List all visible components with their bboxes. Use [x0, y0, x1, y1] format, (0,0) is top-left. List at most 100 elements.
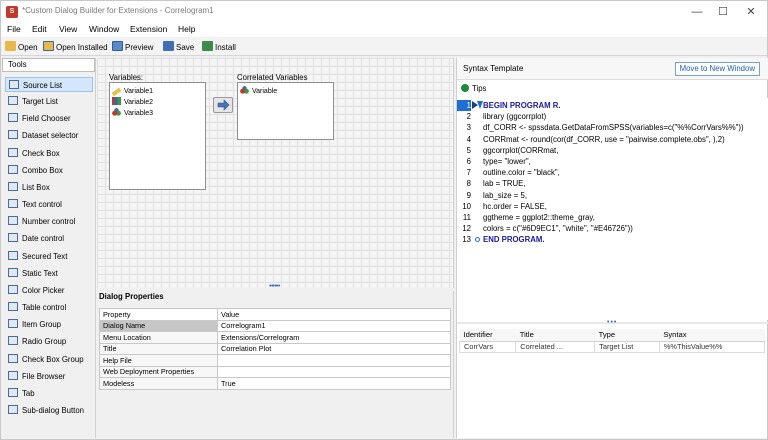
- tool-check-box[interactable]: Check Box: [5, 146, 93, 161]
- table-row[interactable]: Modeless True: [99, 377, 451, 390]
- splitter-handle[interactable]: •••: [271, 283, 281, 290]
- tool-text-control[interactable]: Text control: [5, 197, 93, 212]
- title-cell[interactable]: Correlated ...: [515, 340, 596, 353]
- tool-number-control[interactable]: Number control: [5, 214, 93, 229]
- tool-radio-group[interactable]: Radio Group: [5, 334, 93, 349]
- text-control-icon: [8, 199, 18, 208]
- column-header-syntax[interactable]: Syntax: [659, 329, 765, 342]
- menu-bar: File Edit View Window Extension Help: [1, 23, 767, 37]
- tool-file-browser[interactable]: File Browser: [5, 369, 93, 384]
- table-row[interactable]: CorrVars Correlated ... Target List %%Th…: [458, 340, 766, 353]
- tool-secured-text[interactable]: Secured Text: [5, 249, 93, 264]
- move-to-new-window-button[interactable]: Move to New Window: [674, 62, 760, 76]
- tool-sub-dialog-button[interactable]: Sub-dialog Button: [5, 403, 93, 418]
- property-value[interactable]: [217, 365, 451, 378]
- number-control-icon: [8, 216, 18, 225]
- file-browser-icon: [8, 371, 18, 380]
- list-item[interactable]: Variable2: [112, 97, 153, 108]
- column-header-title[interactable]: Title: [515, 329, 595, 342]
- list-item[interactable]: Variable1: [111, 86, 153, 97]
- property-value[interactable]: [217, 354, 451, 367]
- table-header-row: Property Value: [99, 308, 451, 321]
- line-number: 5: [466, 145, 471, 155]
- preview-button[interactable]: Preview: [112, 41, 153, 53]
- tool-combo-box[interactable]: Combo Box: [5, 163, 93, 178]
- property-name[interactable]: Dialog Name: [99, 319, 218, 332]
- table-control-icon: [8, 302, 18, 311]
- table-row[interactable]: Dialog Name Correlogram1: [99, 319, 451, 332]
- tool-date-control[interactable]: Date control: [5, 231, 93, 246]
- maximize-button[interactable]: ☐: [709, 1, 737, 23]
- tool-source-list[interactable]: Source List: [5, 77, 93, 92]
- preview-label: Preview: [125, 43, 154, 52]
- menu-window[interactable]: Window: [89, 24, 119, 34]
- static-text-icon: [8, 268, 18, 277]
- column-header-type[interactable]: Type: [594, 329, 660, 342]
- identifier-table: Identifier Title Type Syntax CorrVars Co…: [458, 329, 766, 353]
- list-item[interactable]: Variable3: [112, 108, 153, 119]
- table-row[interactable]: Title Correlation Plot: [99, 342, 451, 355]
- variables-source-list[interactable]: Variable1 Variable2 Variable3: [109, 82, 206, 190]
- radio-group-icon: [8, 336, 18, 345]
- tool-target-list[interactable]: Target List: [5, 94, 93, 109]
- identifier-cell[interactable]: CorrVars: [458, 340, 517, 353]
- tool-field-chooser[interactable]: Field Chooser: [5, 111, 93, 126]
- tool-table-control[interactable]: Table control: [5, 300, 93, 315]
- arrow-right-icon: [217, 99, 230, 111]
- table-row[interactable]: Help File: [99, 354, 451, 367]
- tool-check-box-group[interactable]: Check Box Group: [5, 352, 93, 367]
- splitter-handle[interactable]: •••: [607, 319, 617, 326]
- table-row[interactable]: Menu Location Extensions/Correlogram: [99, 331, 451, 344]
- syntax-editor[interactable]: 1 BEGIN PROGRAM R. 2 library (ggcorrplot)…: [457, 98, 768, 320]
- code-text: CORRmat <- round(cor(df_CORR, use = "pai…: [483, 134, 725, 144]
- tool-item-group[interactable]: Item Group: [5, 317, 93, 332]
- menu-extension[interactable]: Extension: [130, 24, 167, 34]
- property-name[interactable]: Menu Location: [99, 331, 218, 344]
- correlated-variables-target-list[interactable]: Variable: [237, 82, 334, 140]
- code-text: BEGIN PROGRAM R.: [483, 101, 561, 110]
- table-row[interactable]: Web Deployment Properties: [99, 365, 451, 378]
- close-button[interactable]: ✕: [737, 1, 765, 23]
- toolbar: Open Open Installed Preview Save Install: [1, 38, 767, 56]
- tool-label: Radio Group: [22, 337, 67, 346]
- dialog-properties-panel: Dialog Properties Property Value Dialog …: [97, 291, 454, 438]
- property-value[interactable]: Correlation Plot: [217, 342, 451, 355]
- menu-help[interactable]: Help: [178, 24, 195, 34]
- property-name[interactable]: Help File: [99, 354, 218, 367]
- tool-dataset-selector[interactable]: Dataset selector: [5, 128, 93, 143]
- dialog-canvas[interactable]: Variables: Variable1 Variable2 Variable3…: [97, 58, 454, 290]
- menu-view[interactable]: View: [59, 24, 77, 34]
- property-value[interactable]: Extensions/Correlogram: [217, 331, 451, 344]
- tips-toggle[interactable]: Tips: [457, 83, 768, 95]
- open-installed-button[interactable]: Open Installed: [43, 41, 108, 53]
- move-variable-button[interactable]: [213, 97, 233, 113]
- type-cell[interactable]: Target List: [594, 340, 660, 353]
- tool-label: Target List: [22, 97, 58, 106]
- menu-file[interactable]: File: [7, 24, 21, 34]
- property-name[interactable]: Web Deployment Properties: [99, 365, 218, 378]
- list-item[interactable]: Variable: [240, 86, 277, 97]
- menu-edit[interactable]: Edit: [32, 24, 47, 34]
- property-name[interactable]: Title: [99, 342, 218, 355]
- variables-label: Variables:: [109, 73, 144, 82]
- property-value[interactable]: True: [217, 377, 451, 390]
- code-text: lab = TRUE,: [483, 179, 526, 189]
- minimize-button[interactable]: —: [683, 1, 711, 23]
- tool-list-box[interactable]: List Box: [5, 180, 93, 195]
- tool-static-text[interactable]: Static Text: [5, 266, 93, 281]
- tool-color-picker[interactable]: Color Picker: [5, 283, 93, 298]
- column-header-identifier[interactable]: Identifier: [459, 329, 516, 342]
- tool-label: Secured Text: [22, 252, 68, 261]
- save-button[interactable]: Save: [163, 41, 194, 53]
- property-name[interactable]: Modeless: [99, 377, 218, 390]
- line-number: 10: [462, 201, 471, 211]
- tool-tab[interactable]: Tab: [5, 386, 93, 401]
- open-button[interactable]: Open: [5, 41, 38, 53]
- code-line: 11 ggtheme = ggplot2::theme_gray,: [457, 212, 768, 223]
- code-line: 8 lab = TRUE,: [457, 178, 768, 189]
- install-button[interactable]: Install: [202, 41, 236, 53]
- code-line: 13 END PROGRAM.: [457, 234, 768, 245]
- tool-label: Text control: [22, 200, 62, 209]
- property-value[interactable]: Correlogram1: [217, 319, 451, 332]
- syntax-cell[interactable]: %%ThisValue%%: [658, 340, 766, 353]
